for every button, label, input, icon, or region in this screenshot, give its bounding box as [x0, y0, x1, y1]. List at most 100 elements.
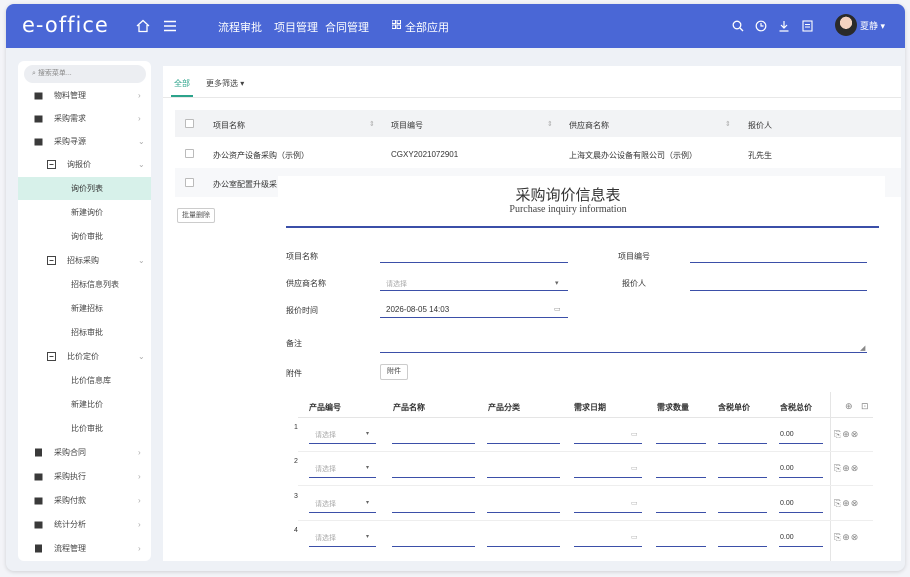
sidebar-item-tender[interactable]: 招标采购 ⌄: [18, 249, 151, 272]
folder-icon: [34, 497, 43, 505]
calendar-icon[interactable]: ▭: [554, 305, 561, 313]
sidebar-item-execution[interactable]: 采购执行 ›: [18, 465, 151, 488]
batch-delete-button[interactable]: 批量删除: [177, 208, 215, 223]
sidebar-item-material[interactable]: 物料管理 ›: [18, 84, 151, 107]
product-no-select[interactable]: 请选择: [315, 533, 336, 543]
product-no-select[interactable]: 请选择: [315, 499, 336, 509]
category-field[interactable]: [487, 512, 560, 513]
table-row[interactable]: 办公资产设备采购（示例） CGXY2021072901 上海文晨办公设备有限公司…: [175, 139, 901, 168]
calendar-icon[interactable]: ▭: [631, 533, 638, 541]
quantity-field[interactable]: [656, 477, 706, 478]
download-icon[interactable]: [775, 17, 793, 35]
user-menu[interactable]: 夏静 ▾: [860, 19, 885, 32]
chevron-right-icon: ›: [138, 496, 141, 505]
category-field[interactable]: [487, 546, 560, 547]
category-field[interactable]: [487, 477, 560, 478]
row-checkbox[interactable]: [185, 149, 194, 158]
sidebar-item-new-tender[interactable]: 新建招标: [18, 297, 151, 320]
quantity-field[interactable]: [656, 443, 706, 444]
sidebar-search-input[interactable]: ⌕ 搜索菜单...: [24, 65, 146, 83]
export-icon[interactable]: ⊡: [861, 401, 869, 412]
sidebar-item-price-compare[interactable]: 比价定价 ⌄: [18, 345, 151, 368]
sidebar-item-sourcing[interactable]: 采购寻源 ⌄: [18, 130, 151, 153]
home-icon[interactable]: [134, 17, 152, 35]
add-row-icon[interactable]: ⊕: [845, 401, 853, 412]
quantity-field[interactable]: [656, 512, 706, 513]
unit-price-field[interactable]: [718, 512, 767, 513]
tab-all[interactable]: 全部: [174, 78, 190, 89]
sort-icon[interactable]: ⇕: [725, 120, 731, 128]
product-name-field[interactable]: [392, 546, 475, 547]
sidebar-item-new-inquiry[interactable]: 新建询价: [18, 201, 151, 224]
sidebar-item-contract[interactable]: 采购合同 ›: [18, 441, 151, 464]
product-name-field[interactable]: [392, 512, 475, 513]
row-number: 4: [294, 527, 298, 534]
unit-price-field[interactable]: [718, 443, 767, 444]
tab-more-label: 更多筛选: [206, 79, 238, 88]
tab-more-filters[interactable]: 更多筛选 ▾: [206, 78, 244, 89]
sidebar-item-label: 新建招标: [71, 304, 103, 313]
calendar-icon[interactable]: ▭: [631, 499, 638, 507]
row-actions-icons[interactable]: ⎘⊕⊗: [834, 463, 859, 474]
sidebar-item-new-compare[interactable]: 新建比价: [18, 393, 151, 416]
sidebar-item-compare-approval[interactable]: 比价审批: [18, 417, 151, 440]
product-no-select[interactable]: 请选择: [315, 464, 336, 474]
demand-date-field[interactable]: [574, 512, 642, 513]
sidebar-item-tender-list[interactable]: 招标信息列表: [18, 273, 151, 296]
sidebar-item-workflow[interactable]: 流程管理 ›: [18, 537, 151, 560]
sort-icon[interactable]: ⇕: [547, 120, 553, 128]
sidebar-item-label: 采购付款: [54, 496, 86, 505]
unit-price-field[interactable]: [718, 546, 767, 547]
sidebar-item-statistics[interactable]: 统计分析 ›: [18, 513, 151, 536]
category-field[interactable]: [487, 443, 560, 444]
form-title: 采购询价信息表: [515, 187, 621, 204]
sidebar-item-inquiry[interactable]: 询报价 ⌄: [18, 153, 151, 176]
document-icon[interactable]: [798, 17, 816, 35]
project-name-field[interactable]: [380, 262, 568, 263]
row-actions-icons[interactable]: ⎘⊕⊗: [834, 429, 859, 440]
product-name-field[interactable]: [392, 477, 475, 478]
product-no-select[interactable]: 请选择: [315, 430, 336, 440]
clock-icon[interactable]: [752, 17, 770, 35]
sidebar-item-label: 新建询价: [71, 208, 103, 217]
product-name-field[interactable]: [392, 443, 475, 444]
sidebar-item-label: 物料管理: [54, 91, 86, 100]
sidebar-item-label: 招标采购: [67, 256, 99, 265]
apps-grid-icon: [391, 19, 401, 31]
row-checkbox[interactable]: [185, 178, 194, 187]
inquiry-form-modal: 采购询价信息表 Purchase inquiry information 项目名…: [278, 176, 885, 561]
column-header: 报价人: [748, 121, 772, 130]
demand-date-field[interactable]: [574, 477, 642, 478]
sidebar-item-compare-library[interactable]: 比价信息库: [18, 369, 151, 392]
row-actions-icons[interactable]: ⎘⊕⊗: [834, 532, 859, 543]
sort-icon[interactable]: ⇕: [369, 120, 375, 128]
row-actions-icons[interactable]: ⎘⊕⊗: [834, 498, 859, 509]
supplier-select[interactable]: 请选择: [386, 279, 407, 289]
nav-contract[interactable]: 合同管理: [325, 19, 369, 35]
nav-workflow[interactable]: 流程审批: [218, 19, 262, 35]
calendar-icon[interactable]: ▭: [631, 464, 638, 472]
demand-date-field[interactable]: [574, 443, 642, 444]
sidebar-item-payment[interactable]: 采购付款 ›: [18, 489, 151, 512]
project-no-field[interactable]: [690, 262, 867, 263]
sidebar-item-inquiry-list[interactable]: 询价列表: [18, 177, 151, 200]
nav-all-apps[interactable]: 全部应用: [405, 19, 449, 35]
attachment-button[interactable]: 附件: [380, 364, 408, 380]
select-all-checkbox[interactable]: [185, 119, 194, 128]
sidebar-item-purchase-demand[interactable]: 采购需求 ›: [18, 107, 151, 130]
quote-time-input[interactable]: 2026-08-05 14:03: [386, 305, 449, 314]
quantity-field[interactable]: [656, 546, 706, 547]
search-icon[interactable]: [729, 17, 747, 35]
sidebar-item-inquiry-approval[interactable]: 询价审批: [18, 225, 151, 248]
remark-field[interactable]: [380, 352, 867, 353]
unit-price-field[interactable]: [718, 477, 767, 478]
demand-date-field[interactable]: [574, 546, 642, 547]
nav-project[interactable]: 项目管理: [274, 19, 318, 35]
calendar-icon[interactable]: ▭: [631, 430, 638, 438]
quoter-field[interactable]: [690, 290, 867, 291]
avatar[interactable]: [835, 14, 857, 36]
menu-icon[interactable]: [161, 17, 179, 35]
resize-handle-icon[interactable]: ◢: [860, 344, 865, 352]
sidebar-item-tender-approval[interactable]: 招标审批: [18, 321, 151, 344]
table-cell: CGXY2021072901: [391, 150, 459, 159]
